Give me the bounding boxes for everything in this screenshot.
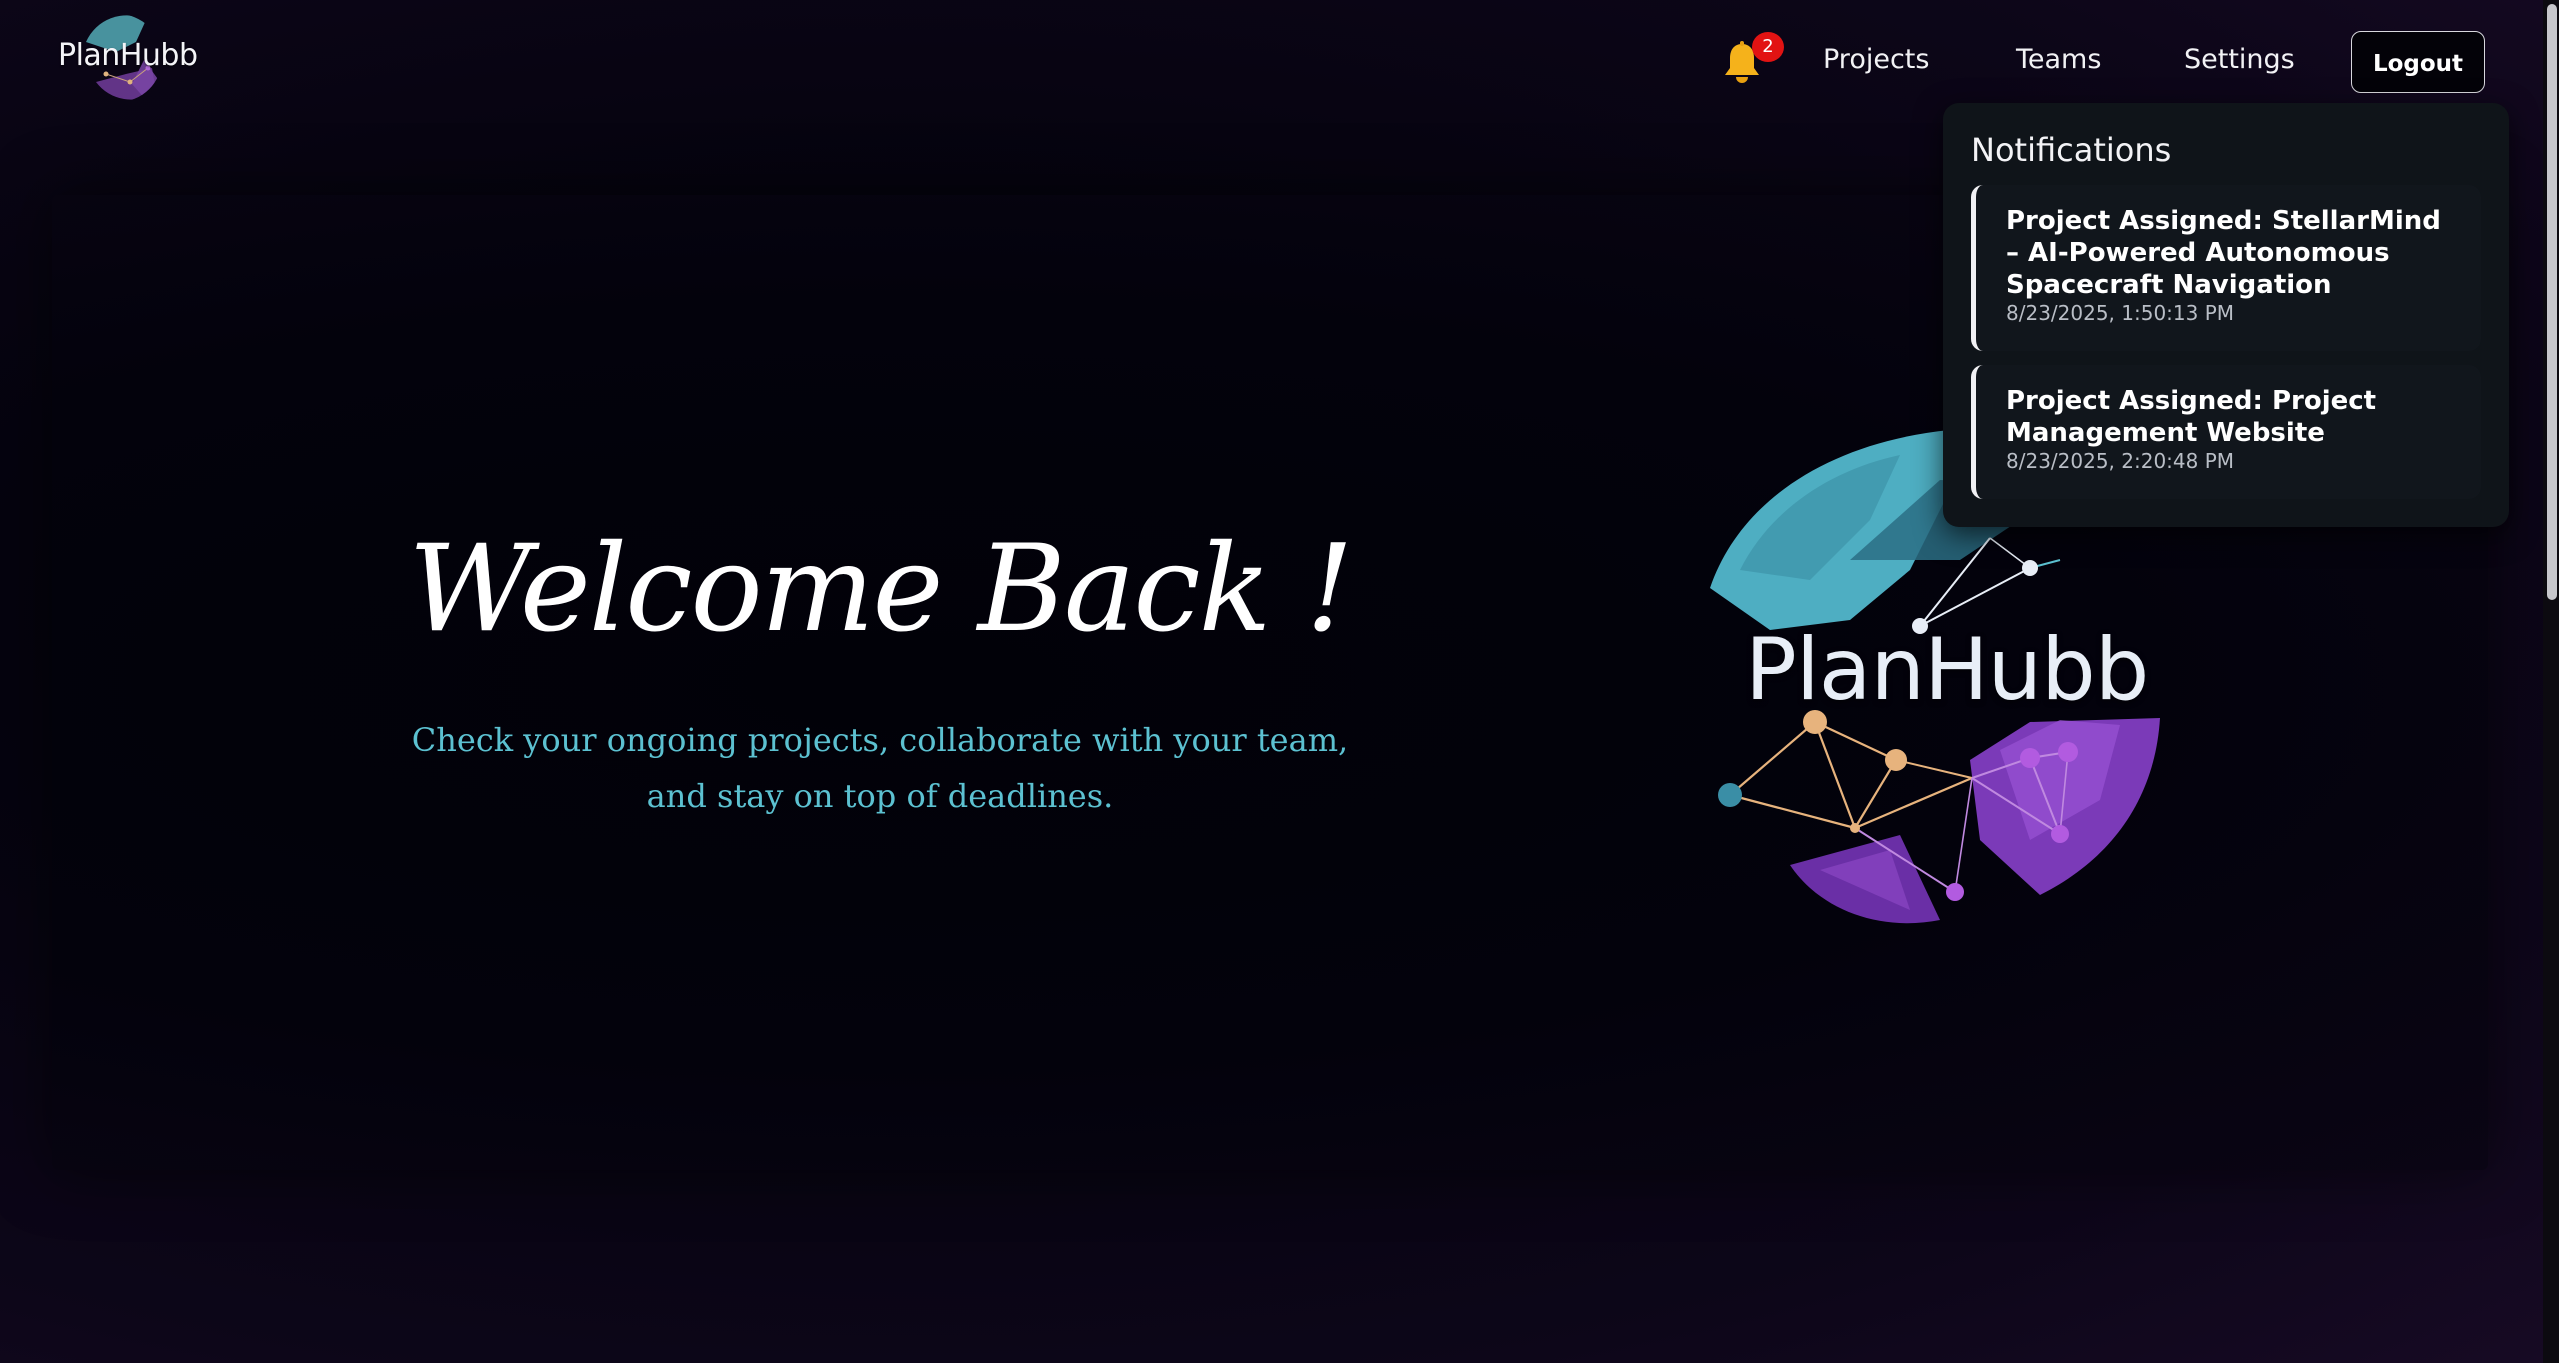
- notifications-dropdown: Notifications Project Assigned: StellarM…: [1943, 103, 2509, 527]
- app-root: PlanHubb 2 Projects Teams Settings Logou…: [0, 0, 2559, 1363]
- notification-item[interactable]: Project Assigned: Project Management Web…: [1971, 365, 2481, 499]
- welcome-heading: Welcome Back !: [408, 520, 1353, 659]
- notification-timestamp: 8/23/2025, 1:50:13 PM: [2006, 301, 2235, 325]
- notification-message: Project Assigned: Project Management Web…: [2006, 386, 2377, 448]
- welcome-subtitle: Check your ongoing projects, collaborate…: [411, 721, 1349, 815]
- notification-message: Project Assigned: StellarMind – AI-Power…: [2006, 206, 2441, 300]
- hero-logo-text: PlanHubb: [1745, 620, 2149, 720]
- notification-item[interactable]: Project Assigned: StellarMind – AI-Power…: [1971, 185, 2481, 351]
- logout-button[interactable]: Logout: [2351, 31, 2485, 93]
- scrollbar-thumb[interactable]: [2547, 4, 2557, 600]
- notifications-title: Notifications: [1971, 131, 2172, 169]
- notification-count-badge: 2: [1752, 32, 1784, 62]
- notification-timestamp: 8/23/2025, 2:20:48 PM: [2006, 449, 2235, 473]
- nav-link-teams[interactable]: Teams: [2016, 44, 2101, 75]
- nav-link-settings[interactable]: Settings: [2184, 44, 2295, 75]
- nav-link-projects[interactable]: Projects: [1823, 44, 1929, 75]
- brand-name[interactable]: PlanHubb: [58, 38, 198, 73]
